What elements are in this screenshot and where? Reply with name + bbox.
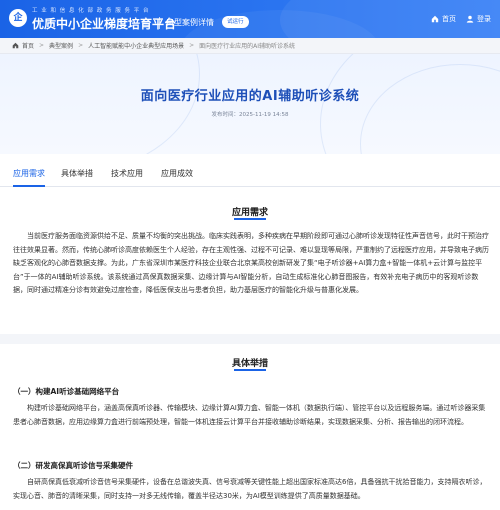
section-heading-underline: [234, 369, 266, 371]
tab-measures[interactable]: 具体举措: [61, 168, 93, 179]
header-divider: [159, 17, 160, 29]
home-icon: [431, 15, 439, 23]
brand-title[interactable]: 优质中小企业梯度培育平台: [32, 15, 176, 32]
banner-decoration: [0, 54, 200, 154]
breadcrumb-separator: >: [189, 42, 195, 49]
measure-1-title: （一）构建AI听诊基础网络平台: [13, 387, 120, 396]
header-section-title: 典型案例详情: [166, 18, 214, 27]
page-title: 面向医疗行业应用的AI辅助听诊系统: [140, 89, 360, 104]
breadcrumb: 首页 > 典型案例 > 人工智能赋能中小企业典型应用场景 > 面向医疗行业应用的…: [0, 38, 500, 54]
home-icon: [12, 42, 19, 49]
section-heading-requirements: 应用需求: [231, 208, 268, 218]
section-heading-underline: [234, 218, 266, 220]
breadcrumb-separator: >: [78, 42, 84, 49]
tab-results[interactable]: 应用成效: [161, 168, 193, 179]
section-heading-measures: 具体举措: [231, 359, 268, 369]
measure-2-title: （二）研发高保真听诊信号采集硬件: [13, 461, 133, 470]
publish-date: 发布时间：2025-11-19 14:58: [211, 112, 289, 118]
top-header: 企 工 业 和 信 息 化 部 政 务 服 务 平 台 优质中小企业梯度培育平台…: [0, 0, 500, 38]
trial-badge: 试运行: [222, 16, 249, 28]
requirements-paragraph: 当前医疗服务面临资源供给不足、质量不均衡的突出挑战。临床实践表明，多种疾病在早期…: [13, 232, 489, 294]
tab-requirements[interactable]: 应用需求: [13, 168, 45, 179]
breadcrumb-home[interactable]: 首页: [22, 41, 34, 50]
platform-logo-icon[interactable]: 企: [9, 9, 27, 27]
measure-2-text: 自研高保真低衰减听诊音信号采集硬件，设备在总谐波失真、信号衰减等关键性能上超出国…: [13, 478, 487, 500]
breadcrumb-separator: >: [39, 42, 45, 49]
login-icon: [466, 15, 474, 23]
breadcrumb-category[interactable]: 人工智能赋能中小企业典型应用场景: [88, 41, 184, 50]
content-tabs: 应用需求 具体举措 技术应用 应用成效: [0, 154, 500, 187]
header-links: 首页 登录: [431, 14, 491, 24]
title-banner: 面向医疗行业应用的AI辅助听诊系统 发布时间：2025-11-19 14:58: [0, 54, 500, 154]
header-login-label: 登录: [477, 15, 491, 23]
measure-1-text: 构建听诊基础网络平台，涵盖高保真听诊器、传输模块、边缘计算AI算力盒、智能一体机…: [13, 404, 486, 426]
header-home-label: 首页: [442, 15, 456, 23]
active-tab-indicator: [13, 185, 45, 187]
tab-technology[interactable]: 技术应用: [111, 168, 143, 179]
breadcrumb-cases[interactable]: 典型案例: [49, 41, 73, 50]
section-divider: [0, 334, 500, 344]
breadcrumb-current: 面向医疗行业应用的AI辅助听诊系统: [199, 43, 296, 50]
header-login-link[interactable]: 登录: [466, 14, 491, 24]
brand-subtitle: 工 业 和 信 息 化 部 政 务 服 务 平 台: [32, 8, 150, 14]
header-home-link[interactable]: 首页: [431, 14, 456, 24]
